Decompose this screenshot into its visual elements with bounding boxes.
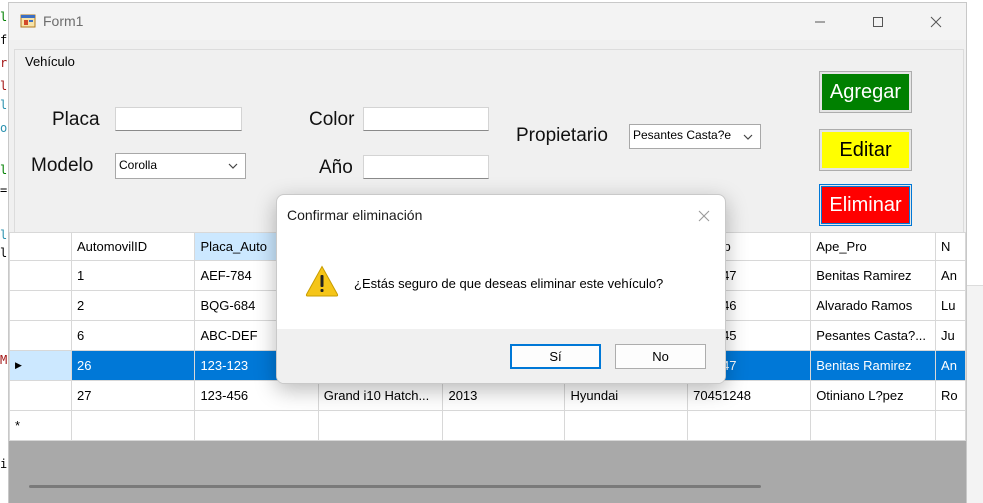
window-title: Form1: [43, 13, 84, 29]
grid-cell[interactable]: 70451248: [687, 380, 812, 411]
color-input[interactable]: [363, 107, 489, 131]
row-header[interactable]: [9, 380, 72, 411]
dialog-title: Confirmar eliminación: [287, 207, 423, 223]
grid-cell[interactable]: [687, 410, 812, 441]
grid-cell[interactable]: 6: [70, 320, 196, 351]
groupbox-caption: Vehículo: [23, 54, 77, 69]
grid-cell[interactable]: Ro: [935, 380, 966, 411]
yes-button[interactable]: Sí: [510, 344, 601, 369]
grid-cell[interactable]: 2013: [442, 380, 566, 411]
dialog-body: ¿Estás seguro de que deseas eliminar est…: [277, 233, 725, 329]
agregar-button[interactable]: Agregar: [819, 71, 912, 113]
grid-cell[interactable]: [564, 410, 689, 441]
grid-cell[interactable]: Grand i10 Hatch...: [317, 380, 444, 411]
propietario-selected-value: Pesantes Casta?e: [633, 128, 732, 142]
grid-cell[interactable]: 1: [70, 260, 196, 291]
anio-label: Año: [319, 157, 353, 178]
row-header[interactable]: [9, 320, 72, 351]
grid-cell[interactable]: [317, 410, 444, 441]
grid-cell[interactable]: 123-456: [194, 380, 319, 411]
grid-cell[interactable]: An: [935, 350, 966, 381]
placa-input[interactable]: [115, 107, 242, 131]
grid-cell[interactable]: Otiniano L?pez: [810, 380, 937, 411]
app-icon: [20, 14, 36, 28]
grid-cell[interactable]: Benitas Ramirez: [810, 260, 937, 291]
title-bar[interactable]: Form1: [9, 3, 966, 40]
grid-cell[interactable]: Benitas Ramirez: [810, 350, 937, 381]
warning-icon: [305, 265, 339, 297]
maximize-button[interactable]: [855, 7, 901, 37]
table-row[interactable]: 27 123-456 Grand i10 Hatch... 2013 Hyund…: [9, 380, 966, 411]
grid-horizontal-scrollbar[interactable]: [29, 485, 761, 488]
ide-snippet: =: [0, 183, 8, 197]
grid-cell[interactable]: 2: [70, 290, 196, 321]
grid-cell[interactable]: Lu: [935, 290, 966, 321]
dialog-footer: Sí No: [277, 329, 725, 383]
grid-cell[interactable]: 26: [70, 350, 196, 381]
no-button[interactable]: No: [615, 344, 706, 369]
propietario-combobox[interactable]: Pesantes Casta?e: [629, 124, 761, 149]
placa-label: Placa: [52, 109, 100, 130]
chevron-down-icon: [741, 130, 755, 144]
column-header[interactable]: AutomovilID: [70, 232, 196, 261]
grid-cell[interactable]: Pesantes Casta?...: [810, 320, 937, 351]
minimize-button[interactable]: [797, 7, 843, 37]
new-row-asterisk-icon[interactable]: *: [9, 410, 72, 441]
new-row[interactable]: *: [9, 410, 966, 441]
modelo-selected-value: Corolla: [119, 158, 158, 172]
grid-cell[interactable]: [194, 410, 319, 441]
editar-button-label: Editar: [822, 132, 909, 168]
grid-cell[interactable]: [810, 410, 937, 441]
modelo-combobox[interactable]: Corolla: [115, 153, 246, 179]
eliminar-button-label: Eliminar: [821, 186, 910, 224]
grid-cell[interactable]: [442, 410, 566, 441]
grid-corner-header[interactable]: [9, 232, 72, 261]
agregar-button-label: Agregar: [822, 74, 909, 110]
grid-cell[interactable]: Alvarado Ramos: [810, 290, 937, 321]
color-label: Color: [309, 109, 355, 130]
confirm-delete-dialog: Confirmar eliminación ¿Estás seguro de q…: [276, 194, 726, 384]
grid-cell[interactable]: Hyundai: [564, 380, 689, 411]
minimize-icon: [815, 21, 825, 23]
propietario-label: Propietario: [516, 125, 608, 146]
chevron-down-icon: [228, 163, 238, 169]
row-header-current-icon[interactable]: ▶: [9, 350, 72, 381]
grid-cell[interactable]: [935, 410, 966, 441]
column-header[interactable]: N: [935, 232, 966, 261]
maximize-icon: [873, 17, 883, 27]
grid-cell[interactable]: [70, 410, 196, 441]
eliminar-button[interactable]: Eliminar: [819, 184, 912, 226]
modelo-label: Modelo: [31, 155, 94, 176]
grid-cell[interactable]: 27: [70, 380, 196, 411]
close-icon: [930, 16, 942, 28]
anio-input[interactable]: [363, 155, 489, 179]
row-header[interactable]: [9, 290, 72, 321]
ide-snippet: M: [0, 353, 8, 367]
grid-cell[interactable]: Ju: [935, 320, 966, 351]
grid-cell[interactable]: An: [935, 260, 966, 291]
ide-code-strip: lo fi ro li lt or lo = li lo M i: [0, 0, 14, 503]
editar-button[interactable]: Editar: [819, 129, 912, 171]
close-icon[interactable]: [695, 207, 713, 225]
column-header[interactable]: Ape_Pro: [810, 232, 937, 261]
ide-snippet: i: [0, 457, 8, 471]
dialog-message: ¿Estás seguro de que deseas eliminar est…: [354, 276, 664, 291]
close-button[interactable]: [913, 7, 959, 37]
row-header[interactable]: [9, 260, 72, 291]
